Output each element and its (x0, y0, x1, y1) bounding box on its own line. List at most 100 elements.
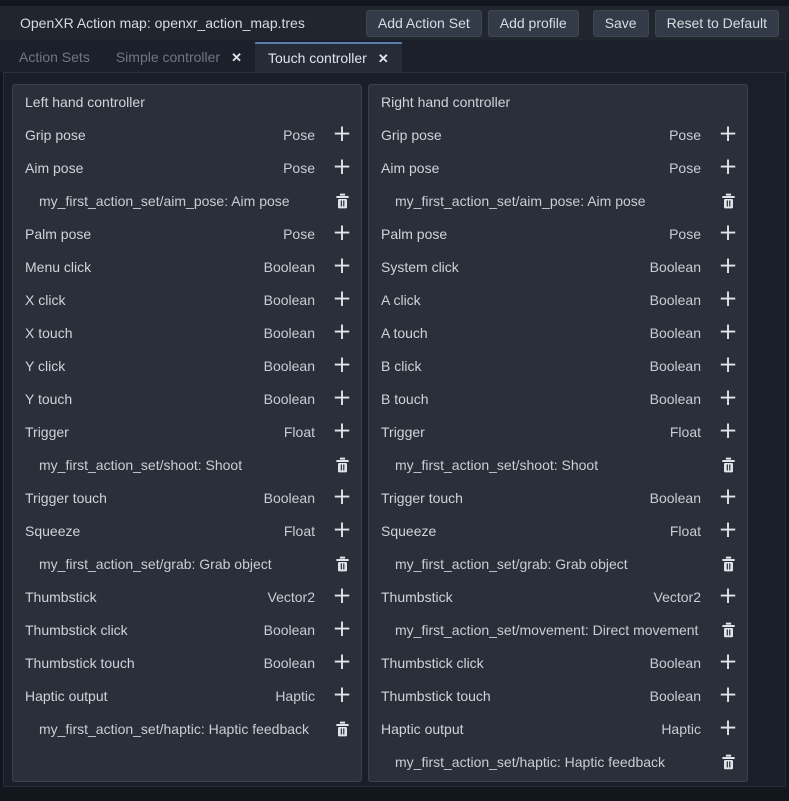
tab-simple-controller[interactable]: Simple controller ✕ (103, 42, 255, 72)
action-type-label: Pose (669, 127, 701, 143)
add-binding-button[interactable]: + (327, 417, 357, 447)
action-type-label: Boolean (264, 622, 315, 638)
add-binding-button[interactable]: + (327, 384, 357, 414)
action-row: X touch Boolean + (23, 316, 357, 349)
add-binding-button[interactable]: + (327, 582, 357, 612)
plus-icon: + (718, 651, 737, 674)
delete-binding-button[interactable] (327, 450, 357, 480)
delete-binding-button[interactable] (327, 186, 357, 216)
add-binding-button[interactable]: + (713, 318, 743, 348)
action-type-label: Boolean (650, 259, 701, 275)
plus-icon: + (718, 387, 737, 410)
plus-icon: + (332, 519, 351, 542)
add-binding-button[interactable]: + (713, 351, 743, 381)
save-button[interactable]: Save (593, 10, 649, 37)
add-binding-button[interactable]: + (327, 318, 357, 348)
delete-binding-button[interactable] (713, 747, 743, 777)
action-type-label: Haptic (275, 688, 315, 704)
tab-touch-controller[interactable]: Touch controller ✕ (255, 42, 402, 72)
action-type-label: Boolean (650, 325, 701, 341)
add-binding-button[interactable]: + (327, 681, 357, 711)
action-label: B touch (379, 391, 650, 407)
plus-icon: + (332, 420, 351, 443)
add-binding-button[interactable]: + (327, 483, 357, 513)
add-binding-button[interactable]: + (713, 384, 743, 414)
add-binding-button[interactable]: + (713, 681, 743, 711)
action-label: A touch (379, 325, 650, 341)
plus-icon: + (332, 156, 351, 179)
action-type-label: Boolean (650, 655, 701, 671)
close-tab-icon[interactable]: ✕ (231, 51, 242, 64)
add-binding-button[interactable]: + (327, 516, 357, 546)
action-row: Haptic output Haptic + (23, 679, 357, 712)
right-hand-controller-panel: Right hand controller Grip pose Pose + A… (368, 84, 748, 782)
add-binding-button[interactable]: + (327, 285, 357, 315)
add-binding-button[interactable]: + (713, 516, 743, 546)
reset-to-default-button[interactable]: Reset to Default (655, 10, 779, 37)
add-binding-button[interactable]: + (713, 648, 743, 678)
add-binding-button[interactable]: + (713, 285, 743, 315)
plus-icon: + (718, 486, 737, 509)
plus-icon: + (332, 618, 351, 641)
binding-label: my_first_action_set/shoot: Shoot (379, 457, 713, 473)
action-label: X click (23, 292, 264, 308)
add-binding-button[interactable]: + (713, 219, 743, 249)
tab-label: Touch controller (268, 50, 367, 66)
add-binding-button[interactable]: + (327, 648, 357, 678)
action-row: Thumbstick Vector2 + (23, 580, 357, 613)
delete-binding-button[interactable] (327, 549, 357, 579)
action-row: Palm pose Pose + (379, 217, 743, 250)
action-type-label: Boolean (650, 292, 701, 308)
action-label: Trigger (23, 424, 284, 440)
add-binding-button[interactable]: + (327, 120, 357, 150)
action-row: A click Boolean + (379, 283, 743, 316)
left-hand-controller-panel: Left hand controller Grip pose Pose + Ai… (12, 84, 362, 782)
tab-action-sets[interactable]: Action Sets (6, 42, 103, 72)
add-binding-button[interactable]: + (327, 153, 357, 183)
delete-binding-button[interactable] (327, 714, 357, 744)
binding-row: my_first_action_set/grab: Grab object (379, 547, 743, 580)
action-row: B click Boolean + (379, 349, 743, 382)
add-binding-button[interactable]: + (713, 483, 743, 513)
add-binding-button[interactable]: + (713, 153, 743, 183)
add-action-set-button[interactable]: Add Action Set (366, 10, 482, 37)
action-type-label: Boolean (264, 655, 315, 671)
binding-label: my_first_action_set/aim_pose: Aim pose (379, 193, 713, 209)
add-binding-button[interactable]: + (713, 120, 743, 150)
add-binding-button[interactable]: + (713, 417, 743, 447)
action-type-label: Vector2 (268, 589, 315, 605)
delete-binding-button[interactable] (713, 615, 743, 645)
action-label: Thumbstick click (23, 622, 264, 638)
binding-label: my_first_action_set/haptic: Haptic feedb… (23, 721, 327, 737)
binding-row: my_first_action_set/aim_pose: Aim pose (379, 184, 743, 217)
trash-icon (335, 193, 350, 209)
action-label: Trigger touch (23, 490, 264, 506)
plus-icon: + (332, 288, 351, 311)
trash-icon (721, 457, 736, 473)
action-type-label: Haptic (661, 721, 701, 737)
add-binding-button[interactable]: + (327, 351, 357, 381)
delete-binding-button[interactable] (713, 549, 743, 579)
plus-icon: + (718, 255, 737, 278)
add-binding-button[interactable]: + (327, 219, 357, 249)
action-row: Thumbstick click Boolean + (379, 646, 743, 679)
add-binding-button[interactable]: + (713, 714, 743, 744)
action-row: Thumbstick Vector2 + (379, 580, 743, 613)
add-profile-button[interactable]: Add profile (488, 10, 579, 37)
add-binding-button[interactable]: + (327, 615, 357, 645)
add-binding-button[interactable]: + (713, 582, 743, 612)
close-tab-icon[interactable]: ✕ (378, 52, 389, 65)
plus-icon: + (332, 684, 351, 707)
trash-icon (335, 457, 350, 473)
plus-icon: + (332, 486, 351, 509)
delete-binding-button[interactable] (713, 186, 743, 216)
plus-icon: + (718, 288, 737, 311)
add-binding-button[interactable]: + (327, 252, 357, 282)
delete-binding-button[interactable] (713, 450, 743, 480)
action-row: System click Boolean + (379, 250, 743, 283)
action-row: Thumbstick click Boolean + (23, 613, 357, 646)
action-row: Menu click Boolean + (23, 250, 357, 283)
add-binding-button[interactable]: + (713, 252, 743, 282)
action-row: Trigger touch Boolean + (379, 481, 743, 514)
trash-icon (335, 721, 350, 737)
